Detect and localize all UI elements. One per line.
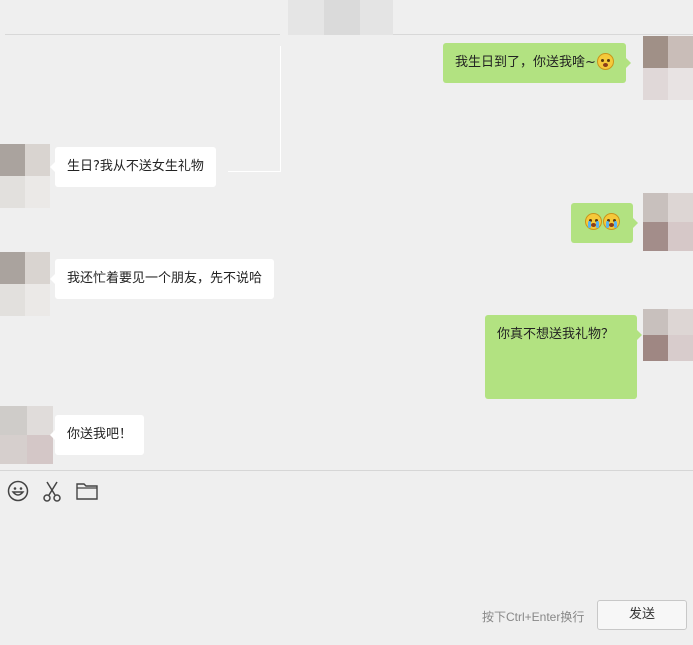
avatar-self[interactable] [643, 36, 693, 100]
avatar-self[interactable] [643, 309, 693, 361]
mosaic-block [288, 0, 324, 35]
message-text: 你送我吧！ [67, 427, 133, 442]
message-bubble-contact[interactable]: 你送我吧！ [49, 415, 145, 455]
send-file-button[interactable] [75, 479, 99, 503]
emoji-button[interactable] [6, 479, 30, 503]
mosaic-block [360, 0, 393, 35]
message-bubble-self[interactable] [571, 203, 638, 243]
scissors-icon [43, 481, 61, 502]
message-text: 生日?我从不送女生礼物 [67, 159, 204, 174]
send-shortcut-hint: 按下Ctrl+Enter换行 [482, 610, 585, 624]
surprised-emoji-icon [596, 53, 614, 70]
message-bubble-contact[interactable]: 我还忙着要见一个朋友，先不说哈 [49, 259, 275, 299]
send-button[interactable]: 发送 [597, 600, 687, 630]
header-divider [393, 34, 693, 35]
header-divider [5, 34, 280, 35]
message-bubble-self[interactable]: 你真不想送我礼物？ [485, 315, 642, 399]
message-bubble-contact[interactable]: 生日?我从不送女生礼物 [50, 147, 216, 187]
composer-divider [0, 470, 693, 471]
smiley-icon [7, 480, 29, 502]
mosaic-block [324, 0, 360, 35]
message-text: 你真不想送我礼物？ [497, 327, 615, 342]
decorative-line [280, 46, 281, 172]
crying-emoji-icon [603, 213, 620, 230]
message-bubble-self[interactable]: 我生日到了，你送我啥~ [443, 43, 631, 83]
avatar-contact[interactable] [0, 406, 53, 464]
folder-icon [76, 483, 98, 500]
decorative-line [228, 171, 281, 172]
message-text: 我还忙着要见一个朋友，先不说哈 [67, 271, 263, 286]
screenshot-button[interactable] [40, 479, 64, 503]
chat-title-blurred [288, 0, 393, 35]
message-input[interactable] [0, 510, 693, 602]
avatar-contact[interactable] [0, 252, 50, 316]
crying-emoji-icon [585, 213, 602, 230]
avatar-self[interactable] [643, 193, 693, 251]
avatar-contact[interactable] [0, 144, 50, 208]
message-text: 我生日到了，你送我啥~ [455, 55, 596, 70]
